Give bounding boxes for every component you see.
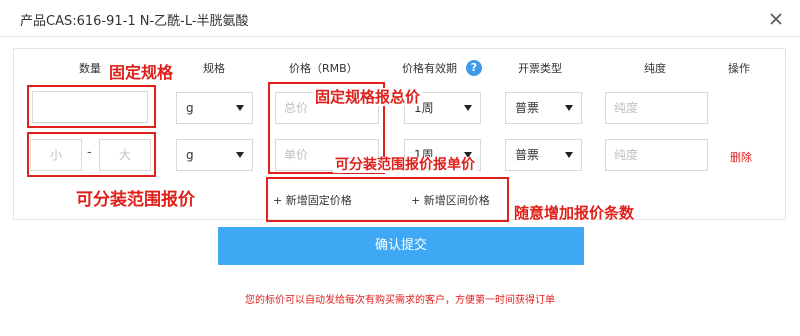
dialog-title: 产品CAS:616-91-1 N-乙酰-L-半胱氨酸 (20, 14, 249, 29)
caret-down-icon (236, 152, 244, 158)
column-spec: 规格 (203, 62, 225, 75)
add-fixed-price-link[interactable]: + 新增固定价格 (273, 192, 352, 208)
quantity-input[interactable] (32, 91, 148, 123)
submit-button[interactable]: 确认提交 (218, 227, 584, 265)
annotation-range-unit-price: 可分装范围报价报单价 (333, 157, 477, 173)
spec-select[interactable]: g (176, 92, 253, 124)
caret-down-icon (236, 105, 244, 111)
column-quantity: 数量 (79, 62, 101, 75)
invoice-select-value: 普票 (515, 148, 540, 162)
spec-select-range[interactable]: g (176, 139, 253, 171)
annotation-range-price: 可分装范围报价 (76, 190, 195, 210)
caret-down-icon (464, 105, 472, 111)
spec-select-value: g (186, 101, 194, 115)
column-price: 价格（RMB） (289, 62, 358, 75)
annotation-fixed-spec: 固定规格 (107, 63, 176, 82)
delete-row-link[interactable]: 删除 (730, 149, 752, 165)
column-purity: 纯度 (644, 62, 666, 75)
annotation-add-more: 随意增加报价条数 (514, 204, 635, 222)
close-icon[interactable] (768, 11, 784, 27)
caret-down-icon (565, 152, 573, 158)
column-invoice: 开票类型 (518, 62, 562, 75)
range-max-input[interactable] (99, 139, 151, 171)
annotation-fixed-spec-total: 固定规格报总价 (313, 88, 423, 106)
column-validity: 价格有效期 (402, 62, 457, 75)
spec-select-value: g (186, 148, 194, 162)
help-icon[interactable]: ? (466, 60, 482, 76)
range-min-input[interactable] (30, 139, 82, 171)
invoice-select[interactable]: 普票 (505, 92, 582, 124)
bottom-note: 您的标价可以自动发给每次有购买需求的客户，方便第一时间获得订单 (245, 295, 555, 306)
caret-down-icon (565, 105, 573, 111)
add-range-price-link[interactable]: + 新增区间价格 (411, 192, 490, 208)
invoice-select-range[interactable]: 普票 (505, 139, 582, 171)
range-separator: - (87, 145, 92, 160)
invoice-select-value: 普票 (515, 101, 540, 115)
purity-input-range[interactable] (605, 139, 708, 171)
header-divider (0, 36, 800, 37)
column-action: 操作 (728, 62, 750, 75)
purity-input[interactable] (605, 92, 708, 124)
